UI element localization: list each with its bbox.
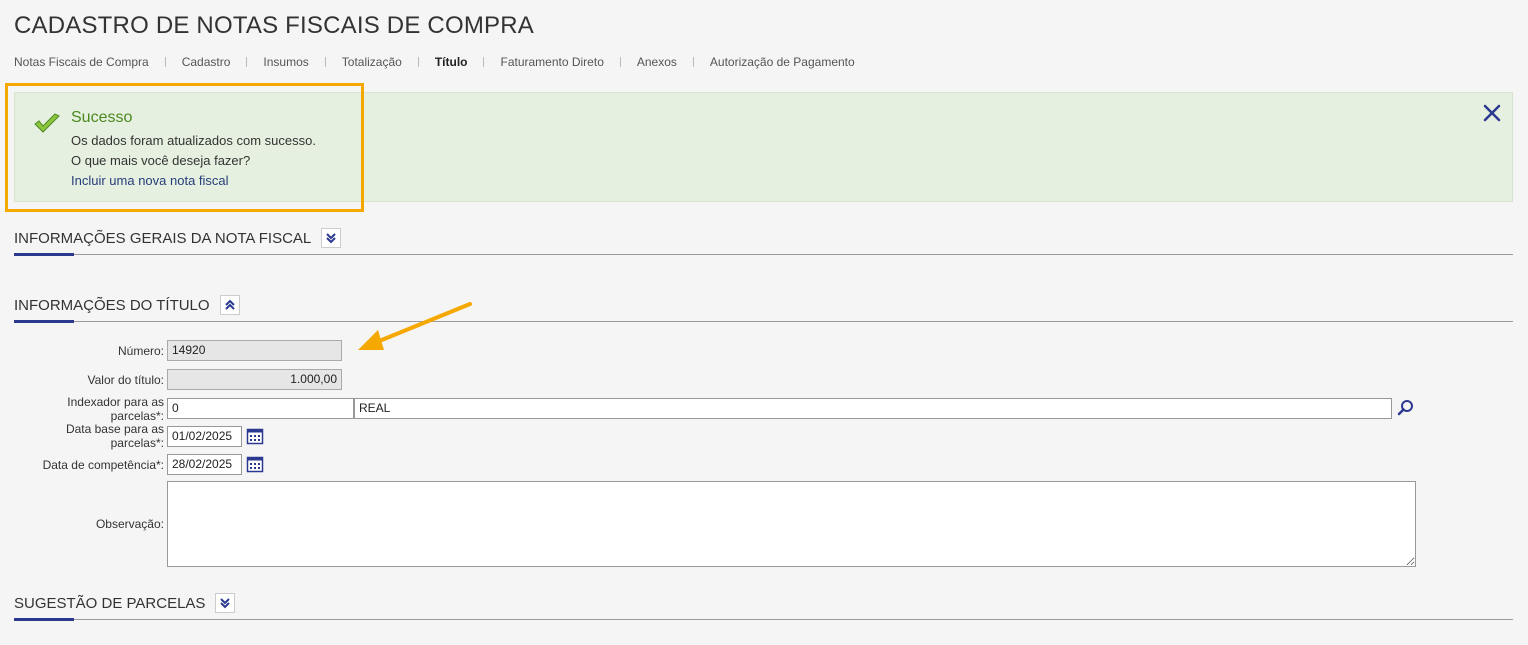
expand-toggle[interactable] xyxy=(215,593,236,613)
data-base-input[interactable]: 01/02/2025 xyxy=(167,426,242,447)
nav-separator xyxy=(164,57,166,67)
data-competencia-input[interactable]: 28/02/2025 xyxy=(167,454,242,475)
nav-separator xyxy=(692,57,694,67)
section-divider xyxy=(14,618,1513,621)
data-competencia-label: Data de competência*: xyxy=(42,458,164,472)
valor-label: Valor do título: xyxy=(87,373,165,387)
section-general-info: INFORMAÇÕES GERAIS DA NOTA FISCAL xyxy=(14,228,1513,256)
chevron-double-down-icon xyxy=(326,233,336,244)
tab-notas-fiscais[interactable]: Notas Fiscais de Compra xyxy=(14,55,149,69)
tab-titulo[interactable]: Título xyxy=(435,55,468,69)
tab-insumos[interactable]: Insumos xyxy=(263,55,308,69)
alert-highlight-box xyxy=(5,83,364,212)
nav-separator xyxy=(417,57,419,67)
tab-totalizacao[interactable]: Totalização xyxy=(342,55,402,69)
section-title: INFORMAÇÕES DO TÍTULO xyxy=(14,296,210,314)
annotation-arrow-icon xyxy=(358,302,472,350)
page-title: CADASTRO DE NOTAS FISCAIS DE COMPRA xyxy=(14,12,534,39)
section-title: INFORMAÇÕES GERAIS DA NOTA FISCAL xyxy=(14,229,312,247)
tab-faturamento-direto[interactable]: Faturamento Direto xyxy=(500,55,603,69)
sub-navigation: Notas Fiscais de Compra Cadastro Insumos… xyxy=(14,55,855,69)
tab-cadastro[interactable]: Cadastro xyxy=(182,55,231,69)
nav-separator xyxy=(619,57,621,67)
indexador-code-input[interactable]: 0 xyxy=(167,398,354,419)
data-base-label: Data base para as parcelas*: xyxy=(65,422,164,450)
chevron-double-up-icon xyxy=(224,299,235,310)
close-icon[interactable] xyxy=(1482,103,1502,128)
nav-separator xyxy=(324,57,326,67)
calendar-icon[interactable] xyxy=(246,455,264,478)
tab-autorizacao-pagamento[interactable]: Autorização de Pagamento xyxy=(710,55,855,69)
tab-anexos[interactable]: Anexos xyxy=(637,55,677,69)
calendar-icon[interactable] xyxy=(246,427,264,450)
collapse-toggle[interactable] xyxy=(219,295,240,315)
numero-label: Número: xyxy=(117,344,164,358)
valor-field: 1.000,00 xyxy=(167,369,342,390)
nav-separator xyxy=(483,57,485,67)
observacao-textarea[interactable] xyxy=(167,481,1416,567)
numero-field: 14920 xyxy=(167,340,342,361)
search-icon[interactable] xyxy=(1396,398,1416,423)
section-divider xyxy=(14,253,1513,256)
section-title-info: INFORMAÇÕES DO TÍTULO xyxy=(14,295,1513,323)
indexador-name-input[interactable]: REAL xyxy=(354,398,1392,419)
section-installments: SUGESTÃO DE PARCELAS xyxy=(14,593,1513,621)
indexador-label: Indexador para as parcelas*: xyxy=(67,395,164,423)
chevron-double-down-icon xyxy=(220,598,231,609)
section-divider xyxy=(14,320,1513,323)
section-title: SUGESTÃO DE PARCELAS xyxy=(14,594,206,612)
expand-toggle[interactable] xyxy=(321,228,342,248)
nav-separator xyxy=(246,57,248,67)
observacao-label: Observação: xyxy=(95,517,164,531)
